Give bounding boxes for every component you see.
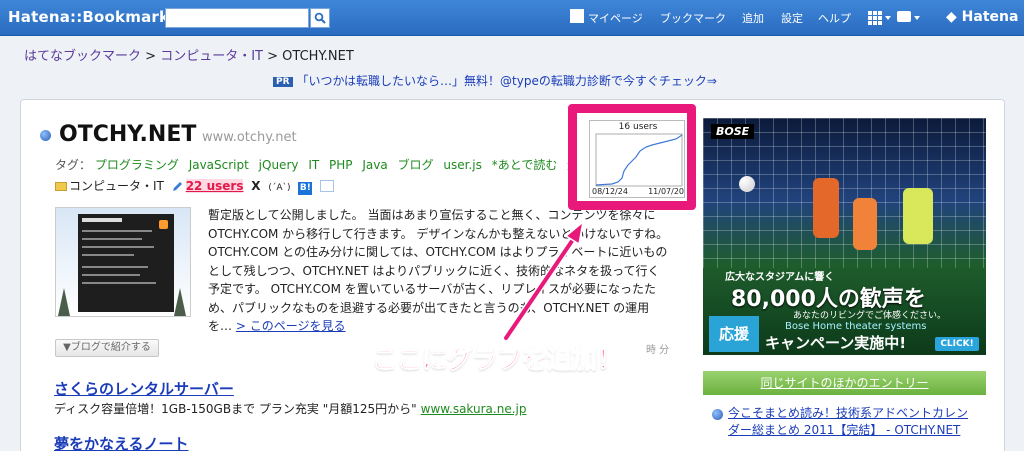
ball-icon <box>739 176 755 192</box>
goal-net-decoration <box>703 118 986 268</box>
bose-ad-line2: あなたのリビングでご体感ください。 <box>793 311 947 321</box>
bose-ad-campaign: キャンペーン実施中! <box>765 334 907 352</box>
annotation-text: ここにグラフを追加！ <box>371 345 623 375</box>
sidebar-heading[interactable]: 同じサイトのほかのエントリー <box>703 371 986 395</box>
bose-ad-banner[interactable]: BOSE 広大なスタジアムに響く 80,000人の歓声を あなたのリビングでご体… <box>703 118 986 355</box>
sidebar-entry-link[interactable]: 今こそまとめ読み！技術系アドベントカレンダー総まとめ 2011【完結】 - OT… <box>728 405 978 439</box>
player-figure <box>853 198 877 250</box>
globe-icon <box>712 409 723 420</box>
arrow-shaft <box>504 236 576 340</box>
player-figure <box>903 188 933 244</box>
bose-logo: BOSE <box>711 124 755 139</box>
bose-ad-badge: 応援 <box>709 316 759 352</box>
bose-ad-click-button[interactable]: CLICK! <box>935 337 979 351</box>
bose-ad-line3: Bose Home theater systems <box>785 321 927 332</box>
player-figure <box>813 178 839 238</box>
